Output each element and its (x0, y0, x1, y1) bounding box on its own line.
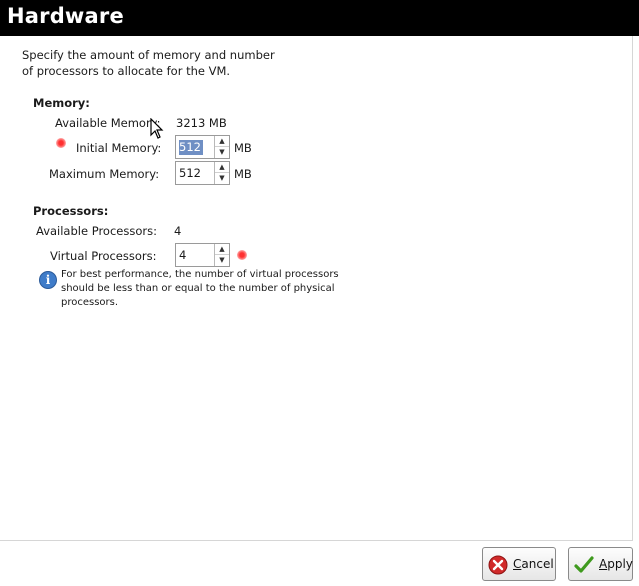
decrement-arrow-icon[interactable]: ▼ (215, 173, 229, 184)
decrement-arrow-icon[interactable]: ▼ (215, 255, 229, 266)
page-title: Hardware (7, 4, 124, 28)
initial-memory-input[interactable] (176, 136, 214, 158)
apply-label: Apply (599, 557, 633, 571)
maximum-memory-unit: MB (234, 167, 252, 181)
description: Specify the amount of memory and number … (22, 47, 275, 79)
initial-memory-unit: MB (234, 141, 252, 155)
initial-memory-spinner[interactable]: ▲ ▼ (175, 135, 230, 159)
footer-bar: Cancel Apply (0, 541, 639, 586)
maximum-memory-stepper[interactable]: ▲ ▼ (214, 162, 229, 184)
info-message: For best performance, the number of virt… (61, 268, 346, 310)
mouse-cursor-icon (150, 118, 164, 139)
required-marker-icon (237, 250, 247, 260)
available-memory-value: 3213 MB (176, 116, 227, 130)
initial-memory-label: Initial Memory: (76, 141, 162, 155)
header-bar: Hardware (0, 0, 639, 36)
required-marker-icon (56, 138, 66, 148)
info-icon: i (39, 271, 57, 289)
available-processors-label: Available Processors: (36, 224, 157, 238)
virtual-processors-input[interactable] (176, 244, 214, 266)
cancel-label: Cancel (513, 557, 554, 571)
increment-arrow-icon[interactable]: ▲ (215, 136, 229, 147)
increment-arrow-icon[interactable]: ▲ (215, 244, 229, 255)
info-line-2: should be less than or equal to the numb… (61, 283, 335, 294)
virtual-processors-stepper[interactable]: ▲ ▼ (214, 244, 229, 266)
processors-section-label: Processors: (33, 204, 109, 218)
cancel-button[interactable]: Cancel (482, 547, 556, 581)
virtual-processors-spinner[interactable]: ▲ ▼ (175, 243, 230, 267)
description-line-2: of processors to allocate for the VM. (22, 64, 231, 78)
initial-memory-stepper[interactable]: ▲ ▼ (214, 136, 229, 158)
info-line-1: For best performance, the number of virt… (61, 269, 339, 280)
cancel-icon (488, 555, 508, 575)
increment-arrow-icon[interactable]: ▲ (215, 162, 229, 173)
maximum-memory-input[interactable] (176, 162, 214, 184)
decrement-arrow-icon[interactable]: ▼ (215, 147, 229, 158)
virtual-processors-label: Virtual Processors: (50, 249, 157, 263)
available-processors-value: 4 (174, 224, 182, 238)
checkmark-icon (574, 556, 594, 573)
description-line-1: Specify the amount of memory and number (22, 48, 275, 62)
apply-button[interactable]: Apply (568, 547, 633, 581)
info-line-3: processors. (61, 297, 119, 308)
available-memory-label: Available Memory: (55, 116, 161, 130)
maximum-memory-label: Maximum Memory: (49, 167, 160, 181)
maximum-memory-spinner[interactable]: ▲ ▼ (175, 161, 230, 185)
memory-section-label: Memory: (33, 96, 90, 110)
